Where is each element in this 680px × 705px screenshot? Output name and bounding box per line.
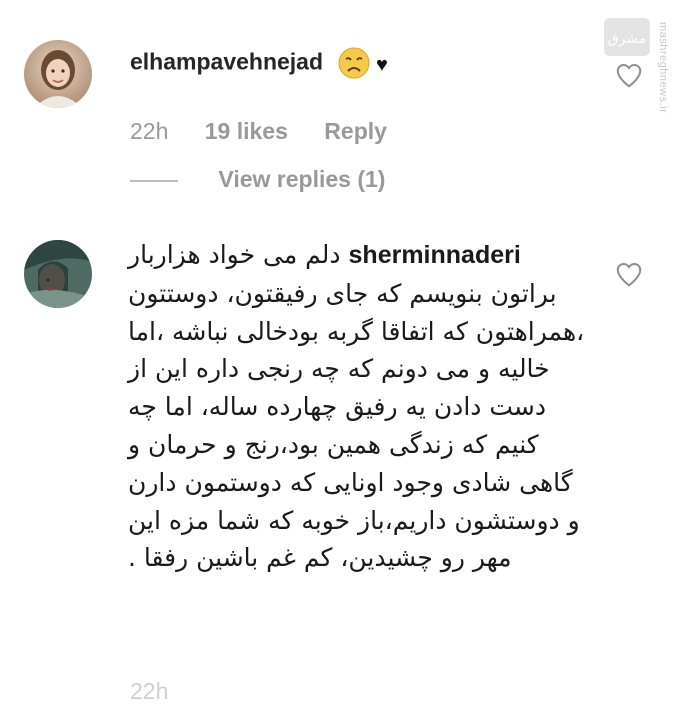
like-heart-icon[interactable] xyxy=(614,60,644,90)
view-replies[interactable]: View replies (1) xyxy=(130,166,385,193)
view-replies-label[interactable]: View replies (1) xyxy=(218,166,385,192)
comment-time: 22h xyxy=(130,118,169,144)
avatar[interactable] xyxy=(24,40,92,108)
avatar[interactable] xyxy=(24,240,92,308)
replies-divider xyxy=(130,179,178,182)
username[interactable]: sherminnaderi xyxy=(349,241,521,269)
comment-text: دلم می خواد هزاربار براتون بنویسم که جای… xyxy=(128,240,585,573)
heart-suffix-icon: ♥ xyxy=(375,54,388,76)
next-comment-meta: 22h xyxy=(130,678,169,704)
username[interactable]: elhampavehnejad xyxy=(130,49,323,75)
comment-likes[interactable]: 19 likes xyxy=(205,118,288,144)
watermark-text: mashreghnews.ir xyxy=(657,22,669,114)
like-heart-icon[interactable] xyxy=(614,259,644,289)
comment-body: sherminnaderi دلم می خواد هزاربار براتون… xyxy=(128,236,588,577)
comment-meta: 22h 19 likes Reply xyxy=(130,118,417,145)
watermark-logo-text: مشرق xyxy=(608,31,647,47)
reply-button[interactable]: Reply xyxy=(324,118,387,144)
disappointed-face-icon xyxy=(337,46,371,85)
